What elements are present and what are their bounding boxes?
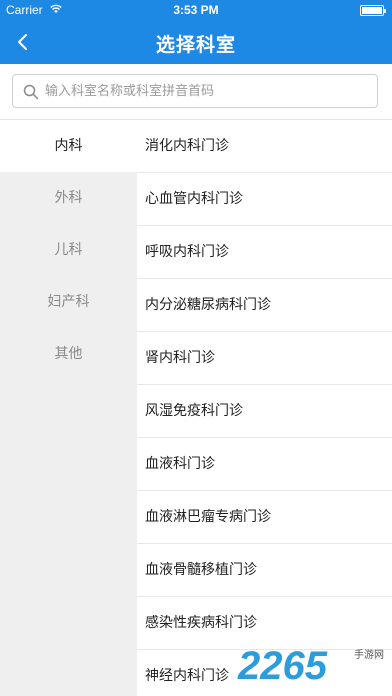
search-input[interactable] xyxy=(45,75,365,107)
department-item[interactable]: 血液科门诊 xyxy=(137,438,392,491)
watermark-logo: 2265 手游网 xyxy=(238,644,384,688)
category-item-surgery[interactable]: 外科 xyxy=(0,172,137,224)
department-item[interactable]: 内分泌糖尿病科门诊 xyxy=(137,279,392,332)
page-title: 选择科室 xyxy=(155,34,236,56)
department-item[interactable]: 肾内科门诊 xyxy=(137,332,392,385)
category-item-other[interactable]: 其他 xyxy=(0,328,137,380)
navigation-bar: 选择科室 xyxy=(0,20,392,64)
department-item[interactable]: 感染性疾病科门诊 xyxy=(137,597,392,650)
department-item[interactable]: 血液骨髓移植门诊 xyxy=(137,544,392,597)
department-item[interactable]: 风湿免疫科门诊 xyxy=(137,385,392,438)
battery-icon xyxy=(360,5,386,16)
category-sidebar: 内科 外科 儿科 妇产科 其他 xyxy=(0,120,137,696)
search-section xyxy=(0,64,392,120)
watermark-number: 2265 xyxy=(238,644,327,688)
department-item[interactable]: 消化内科门诊 xyxy=(137,120,392,173)
watermark-label: 手游网 xyxy=(354,650,384,661)
department-item[interactable]: 心血管内科门诊 xyxy=(137,173,392,226)
department-list: 消化内科门诊 心血管内科门诊 呼吸内科门诊 内分泌糖尿病科门诊 肾内科门诊 风湿… xyxy=(137,120,392,696)
category-item-pediatrics[interactable]: 儿科 xyxy=(0,224,137,276)
status-time: 3:53 PM xyxy=(173,3,219,17)
category-item-obstetrics[interactable]: 妇产科 xyxy=(0,276,137,328)
status-bar: Carrier 3:53 PM xyxy=(0,0,392,20)
department-item[interactable]: 血液淋巴瘤专病门诊 xyxy=(137,491,392,544)
department-item[interactable]: 呼吸内科门诊 xyxy=(137,226,392,279)
search-icon xyxy=(23,84,39,100)
category-item-internal[interactable]: 内科 xyxy=(0,120,137,172)
search-box[interactable] xyxy=(12,74,378,108)
